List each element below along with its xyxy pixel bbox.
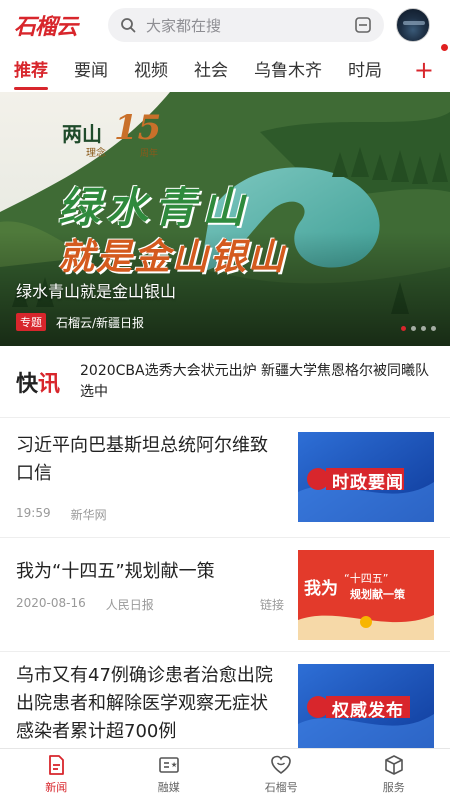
channel-tabs: 推荐 要闻 视频 社会 乌鲁木齐 时局 + [0,50,450,92]
news-thumbnail[interactable]: 我为 “十四五” 规划献一策 [298,550,434,640]
box-icon [384,755,403,775]
topic-badge: 专题 [16,313,46,331]
search-icon [121,18,136,33]
nav-news[interactable]: 新闻 [0,749,113,800]
news-thumbnail[interactable]: 权威发布 [298,664,434,754]
series-logo: 两山 理念 15 周年 [56,108,166,162]
series-suffix: 周年 [140,149,159,159]
news-source: 新华网 [70,508,107,522]
news-title[interactable]: 习近平向巴基斯坦总统阿尔维致口信 [16,432,284,488]
carousel-dot [421,326,426,331]
thumbnail-caption-a: 我为 [304,579,338,599]
news-thumbnail[interactable]: 时政要闻 [298,432,434,522]
logo-text: 石榴云 [14,14,78,40]
banner-slogan-line1: 绿水青山 [58,183,251,232]
news-item[interactable]: 习近平向巴基斯坦总统阿尔维致口信 19:59 新华网 时政要闻 [0,418,450,538]
news-time: 2020-08-16 [16,596,86,610]
thumbnail-caption-c: 规划献一策 [350,588,405,601]
scan-icon[interactable] [354,16,372,34]
tab-video[interactable]: 视频 [134,50,168,92]
app-header: 石榴云 大家都在搜 [0,0,450,50]
news-item[interactable]: 乌市又有47例确诊患者治愈出院 出院患者和解除医学观察无症状感染者累计超700例… [0,652,450,754]
news-time: 19:59 [16,506,51,520]
news-source: 人民日报 [105,598,154,612]
banner-meta: 专题 石榴云/新疆日报 [16,313,144,331]
carousel-dot [401,326,406,331]
banner-slogan-line2: 就是金山银山 [58,236,287,278]
search-placeholder: 大家都在搜 [146,16,222,35]
banner-source: 石榴云/新疆日报 [56,315,145,330]
heart-icon [271,755,292,774]
news-item[interactable]: 我为“十四五”规划献一策 2020-08-16 人民日报 链接 我为 “十四五”… [0,538,450,652]
carousel-dot [431,326,436,331]
tab-headlines[interactable]: 要闻 [74,50,108,92]
search-bar[interactable]: 大家都在搜 [108,8,384,42]
media-icon [158,757,179,773]
nav-news-label: 新闻 [45,781,68,794]
avatar[interactable] [396,8,430,42]
flash-title: 快讯 [16,366,74,398]
tab-politics[interactable]: 时局 [348,50,382,92]
series-label-top: 两山 [62,122,102,146]
nav-media-label: 融媒 [157,781,180,794]
add-channel-button[interactable]: + [414,50,434,92]
nav-services[interactable]: 服务 [338,749,450,800]
tab-society[interactable]: 社会 [194,50,228,92]
flash-title-b: 讯 [38,370,61,397]
app-logo[interactable]: 石榴云 [14,10,94,40]
bottom-navigation: 新闻 融媒 石榴号 服务 [0,748,450,800]
nav-shiliu-label: 石榴号 [264,781,298,794]
news-title[interactable]: 乌市又有47例确诊患者治愈出院 出院患者和解除医学观察无症状感染者累计超700例 [16,662,284,746]
link-badge: 链接 [259,598,284,612]
news-meta: 2020-08-16 人民日报 链接 [16,596,284,613]
thumbnail-caption: 时政要闻 [332,473,404,493]
news-meta: 19:59 新华网 [16,506,284,523]
banner-caption[interactable]: 绿水青山就是金山银山 [16,278,176,302]
news-title[interactable]: 我为“十四五”规划献一策 [16,558,284,586]
carousel-dot [411,326,416,331]
nav-services-label: 服务 [382,781,405,794]
tab-recommend[interactable]: 推荐 [14,50,48,92]
featured-banner[interactable]: 两山 理念 15 周年 绿水青山 就是金山银山 绿水青山就是金山银山 专题 石榴… [0,92,450,346]
series-number: 15 [114,108,162,148]
series-label-sub: 理念 [86,148,106,159]
news-icon [49,755,65,775]
nav-media[interactable]: 融媒 [113,749,226,800]
flash-news[interactable]: 快讯 2020CBA选秀大会状元出炉 新疆大学焦恩格尔被同曦队选中 [0,346,450,418]
nav-shiliu-account[interactable]: 石榴号 [225,749,338,800]
thumbnail-caption-b: “十四五” [344,572,389,585]
tab-urumqi[interactable]: 乌鲁木齐 [254,50,322,92]
flash-title-a: 快 [16,370,39,397]
thumbnail-caption: 权威发布 [332,701,404,721]
carousel-indicator [401,326,436,331]
flash-text[interactable]: 2020CBA选秀大会状元出炉 新疆大学焦恩格尔被同曦队选中 [80,361,436,403]
